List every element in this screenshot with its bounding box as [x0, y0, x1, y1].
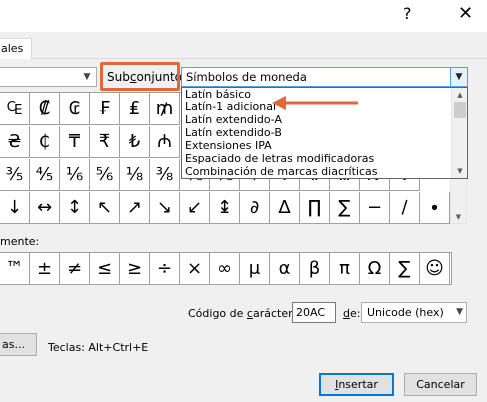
recent-symbol-cell[interactable]: β [300, 253, 330, 284]
recent-symbols-label: mente: [0, 235, 40, 248]
recent-symbol-cell[interactable]: ≠ [60, 253, 90, 284]
symbol-cell[interactable]: ⅚ [90, 159, 120, 191]
symbol-cell[interactable]: ⅙ [60, 159, 90, 191]
close-button[interactable]: ✕ [458, 3, 473, 24]
dropdown-item[interactable]: Latín-1 adicional [185, 100, 276, 113]
symbol-cell[interactable]: ₢ [60, 93, 90, 125]
dropdown-item[interactable]: Latín extendido-A [185, 113, 282, 126]
symbol-cell[interactable]: ₸ [60, 126, 90, 158]
shortcut-key-button[interactable]: as... [0, 333, 37, 356]
char-code-input[interactable]: 20AC [292, 302, 336, 323]
symbol-cell[interactable]: ₴ [0, 126, 30, 158]
insert-button[interactable]: Insertar [319, 373, 394, 396]
recent-symbol-cell[interactable]: ÷ [150, 253, 180, 284]
annotation-arrow-icon [272, 96, 358, 110]
chevron-down-icon: ▼ [83, 72, 91, 82]
recent-symbol-cell[interactable]: ™ [0, 253, 30, 284]
subset-select[interactable]: Símbolos de moneda ▼ [181, 67, 468, 87]
dropdown-scrollbar[interactable]: ▲ ▼ [451, 88, 467, 178]
recent-symbols-row: ™ ± ≠ ≤ ≥ ÷ × ∞ μ α β π Ω ∑ ☺ [0, 252, 452, 285]
symbol-cell[interactable]: ⅘ [30, 159, 60, 191]
symbol-cell[interactable]: ↘ [150, 192, 180, 224]
shortcut-keys-label: Teclas: Alt+Ctrl+E [48, 341, 149, 354]
scroll-up-icon[interactable]: ▲ [452, 88, 467, 102]
symbol-cell[interactable]: ⅜ [150, 159, 180, 191]
recent-symbol-cell[interactable]: Ω [360, 253, 390, 284]
tab-special-characters[interactable]: ales [0, 38, 32, 59]
cancel-button[interactable]: Cancelar [404, 373, 477, 396]
dropdown-item[interactable]: Combinación de marcas diacríticas [185, 165, 377, 178]
symbol-cell[interactable]: ₠ [0, 93, 30, 125]
symbol-cell[interactable]: ↕ [60, 192, 90, 224]
dropdown-item[interactable]: Extensiones IPA [185, 139, 272, 152]
symbol-cell[interactable]: ⅛ [120, 159, 150, 191]
recent-symbol-cell[interactable]: ± [30, 253, 60, 284]
recent-symbol-cell[interactable]: ≤ [90, 253, 120, 284]
annotation-highlight-box [100, 62, 180, 91]
symbol-cell[interactable]: ₥ [150, 93, 180, 125]
symbol-cell[interactable]: ₣ [90, 93, 120, 125]
symbol-cell[interactable]: ↔ [30, 192, 60, 224]
symbol-cell[interactable]: − [360, 192, 390, 224]
recent-symbol-cell[interactable]: ☺ [420, 253, 450, 284]
from-select[interactable]: Unicode (hex) ▼ [361, 302, 467, 323]
dropdown-item[interactable]: Espaciado de letras modificadoras [185, 152, 374, 165]
recent-symbol-cell[interactable]: ∑ [390, 253, 420, 284]
symbol-cell[interactable]: ∂ [240, 192, 270, 224]
symbol-cell[interactable]: ↓ [0, 192, 30, 224]
char-code-label: Código de carácter: [188, 307, 297, 320]
recent-symbol-cell[interactable]: μ [240, 253, 270, 284]
symbol-cell[interactable]: ⅗ [0, 159, 30, 191]
recent-symbol-cell[interactable]: × [180, 253, 210, 284]
symbol-cell[interactable]: ∆ [270, 192, 300, 224]
symbol-cell[interactable]: ₹ [90, 126, 120, 158]
symbol-cell[interactable]: ₡ [30, 93, 60, 125]
symbol-cell[interactable]: ↖ [90, 192, 120, 224]
symbol-cell[interactable]: ∏ [300, 192, 330, 224]
symbol-cell[interactable]: ↗ [120, 192, 150, 224]
help-button[interactable]: ? [403, 4, 412, 23]
scroll-down-icon[interactable]: ▼ [451, 213, 466, 221]
symbol-cell[interactable]: ₼ [150, 126, 180, 158]
chevron-down-icon[interactable]: ▼ [450, 68, 467, 86]
title-bar [0, 0, 487, 32]
scrollbar-thumb[interactable] [454, 102, 466, 118]
from-label: de: [343, 307, 361, 320]
recent-symbol-cell[interactable]: α [270, 253, 300, 284]
chevron-down-icon: ▼ [456, 307, 463, 317]
symbol-cell[interactable]: ↙ [180, 192, 210, 224]
font-select[interactable]: ▼ [0, 67, 97, 87]
from-select-value: Unicode (hex) [367, 306, 444, 319]
scroll-down-icon[interactable]: ▼ [452, 164, 467, 178]
symbol-cell[interactable]: ₵ [30, 126, 60, 158]
symbol-cell[interactable]: ∑ [330, 192, 360, 224]
recent-symbol-cell[interactable]: ≥ [120, 253, 150, 284]
symbol-cell[interactable]: ₺ [120, 126, 150, 158]
tab-divider [0, 58, 487, 59]
recent-symbol-cell[interactable]: π [330, 253, 360, 284]
symbol-cell[interactable]: ∕ [390, 192, 420, 224]
symbol-cell[interactable]: ↨ [210, 192, 240, 224]
subset-select-value: Símbolos de moneda [186, 70, 307, 84]
symbol-cell[interactable]: ∙ [420, 192, 450, 224]
symbol-cell[interactable]: ₤ [120, 93, 150, 125]
recent-symbol-cell[interactable]: ∞ [210, 253, 240, 284]
dropdown-item[interactable]: Latín extendido-B [185, 126, 282, 139]
